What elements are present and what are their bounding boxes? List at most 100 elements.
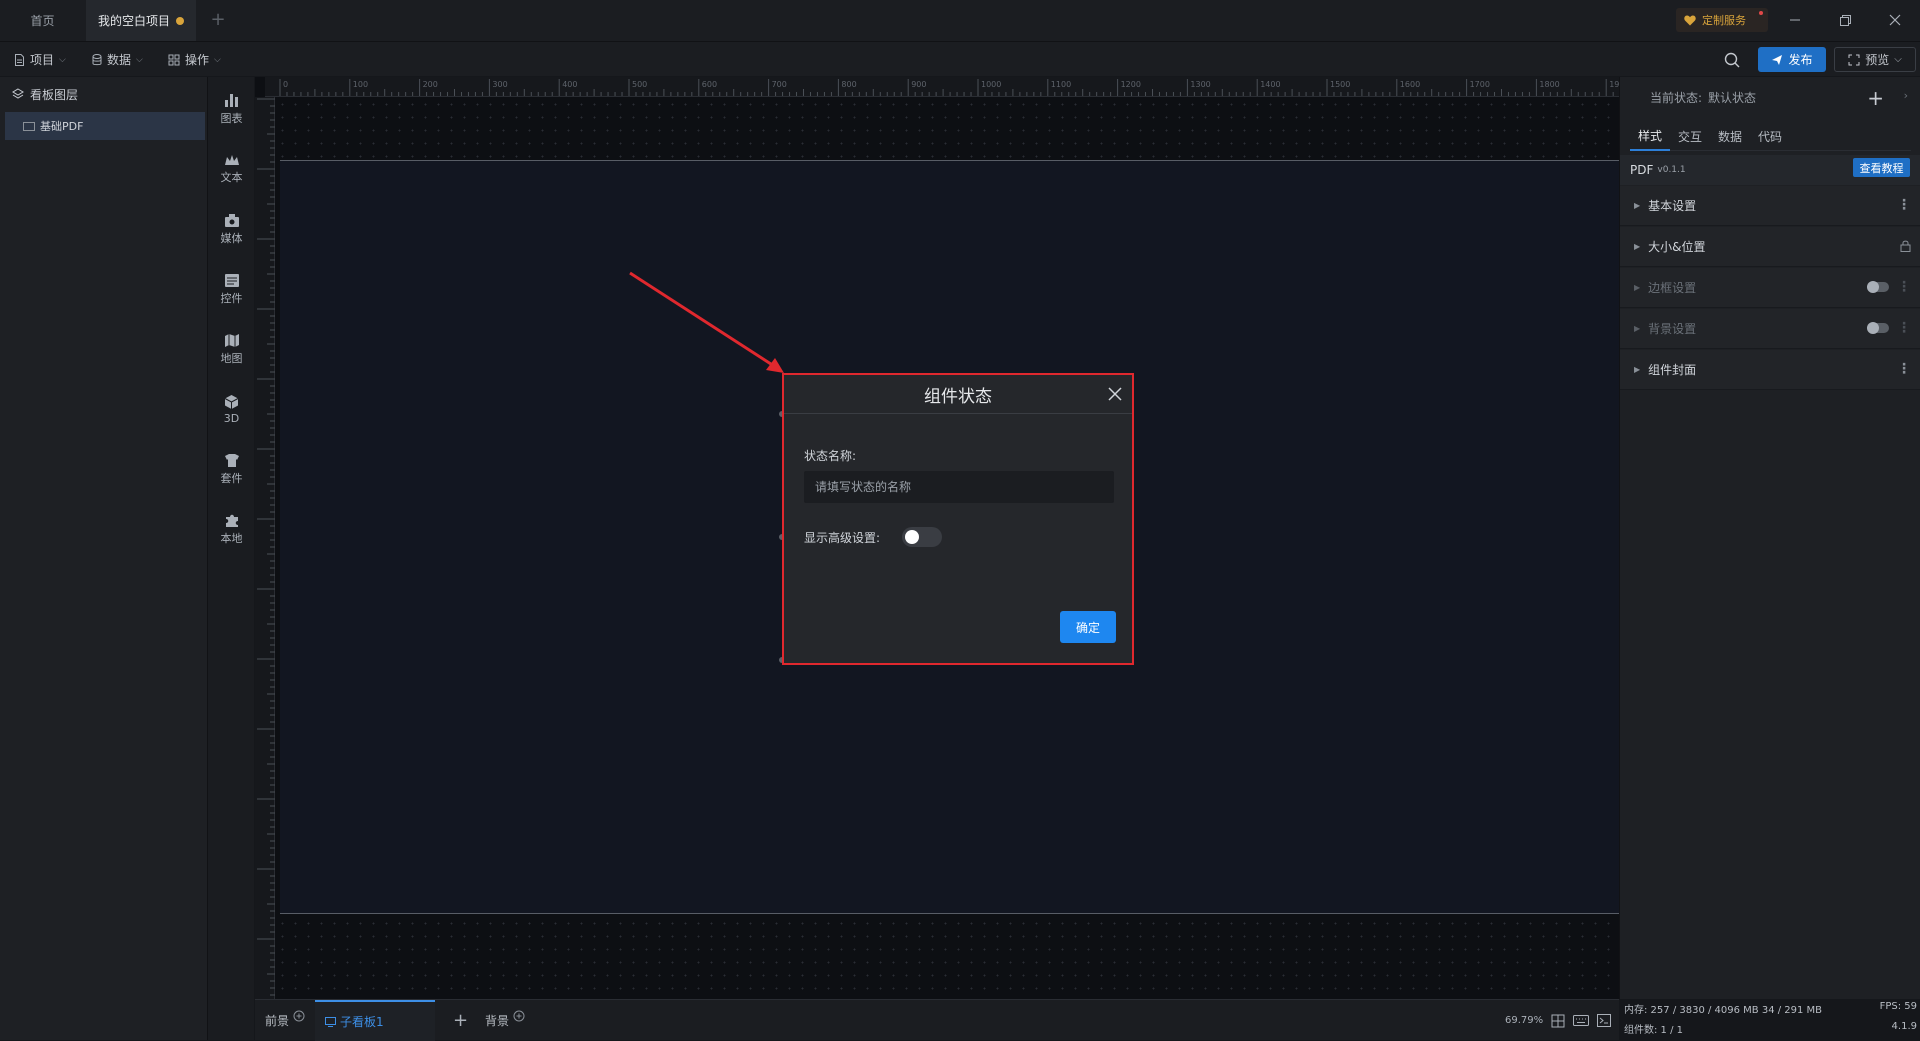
keyboard-icon xyxy=(1573,1015,1589,1026)
chevron-down-icon: ⌵ xyxy=(214,54,221,65)
add-board-icon[interactable]: + xyxy=(453,1000,468,1041)
tab-interaction[interactable]: 交互 xyxy=(1670,121,1710,151)
custom-service-button[interactable]: 定制服务 xyxy=(1676,8,1768,32)
fullscreen-icon xyxy=(1848,54,1860,65)
layer-panel-title: 看板图层 xyxy=(30,87,79,102)
ruler-label: 100 xyxy=(353,80,368,89)
state-name-label: 状态名称: xyxy=(804,449,857,463)
component-state-dialog: 组件状态 状态名称: 显示高级设置: 确定 xyxy=(782,373,1134,665)
console-button[interactable] xyxy=(1597,1014,1611,1027)
annotation-arrow-icon xyxy=(629,271,784,373)
menu-project-label: 项目 xyxy=(30,53,55,67)
pdf-layer-icon xyxy=(23,121,35,131)
layer-item[interactable]: 基础PDF xyxy=(5,112,205,140)
component-kit[interactable]: 套件 xyxy=(208,443,255,495)
tab-sub-board[interactable]: 子看板1 xyxy=(315,1000,435,1041)
component-chart[interactable]: 图表 xyxy=(208,83,255,135)
menu-project[interactable]: 项目 ⌵ xyxy=(14,42,66,77)
tab-project[interactable]: 我的空白项目 xyxy=(86,0,196,41)
more-icon[interactable]: ⋮ xyxy=(1897,198,1911,212)
layers-icon xyxy=(12,88,24,99)
dialog-header: 组件状态 xyxy=(784,375,1132,414)
component-control[interactable]: 控件 xyxy=(208,263,255,315)
section-component-cover[interactable]: ▶ 组件封面 ⋮ xyxy=(1620,350,1920,390)
component-local[interactable]: 本地 xyxy=(208,503,255,555)
ruler-label: 1200 xyxy=(1121,80,1141,89)
document-icon xyxy=(15,53,24,66)
app-version: 4.1.9 xyxy=(1891,1021,1917,1032)
layer-panel-header: 看板图层 xyxy=(0,77,207,111)
ruler-label: 1800 xyxy=(1539,80,1559,89)
tab-style[interactable]: 样式 xyxy=(1630,121,1670,151)
more-icon[interactable]: ⋮ xyxy=(1897,280,1911,294)
component-chart-label: 图表 xyxy=(220,112,243,125)
chevron-right-icon[interactable]: › xyxy=(1904,89,1908,102)
tab-project-label: 我的空白项目 xyxy=(97,14,170,28)
tab-data[interactable]: 数据 xyxy=(1710,121,1750,151)
component-media[interactable]: 媒体 xyxy=(208,203,255,255)
component-text[interactable]: 文本 xyxy=(208,143,255,195)
section-label: 背景设置 xyxy=(1648,322,1697,336)
ruler-label: 1600 xyxy=(1400,80,1420,89)
state-name-input[interactable] xyxy=(804,471,1114,503)
component-name: PDF xyxy=(1630,163,1654,177)
preview-button[interactable]: 预览 ⌵ xyxy=(1834,47,1916,72)
border-toggle[interactable] xyxy=(1867,281,1889,293)
zoom-level[interactable]: 69.79% xyxy=(1505,1000,1543,1041)
minimize-button[interactable] xyxy=(1782,8,1808,32)
add-state-icon[interactable]: + xyxy=(1867,86,1884,110)
section-size-position[interactable]: ▶ 大小&位置 xyxy=(1620,227,1920,267)
tab-home[interactable]: 首页 xyxy=(0,0,85,41)
ruler-label: 800 xyxy=(841,80,856,89)
ruler-label: 200 xyxy=(423,80,438,89)
tab-code[interactable]: 代码 xyxy=(1750,121,1790,151)
more-icon[interactable]: ⋮ xyxy=(1897,321,1911,335)
view-tutorial-button[interactable]: 查看教程 xyxy=(1853,158,1910,177)
ruler-label: 1000 xyxy=(981,80,1001,89)
dialog-close-button[interactable] xyxy=(1106,385,1124,403)
dialog-title: 组件状态 xyxy=(924,386,992,407)
component-count: 组件数: 1 / 1 xyxy=(1624,1025,1683,1036)
chevron-down-icon: ⌵ xyxy=(59,54,66,65)
menu-data[interactable]: 数据 ⌵ xyxy=(92,42,143,77)
component-kit-label: 套件 xyxy=(220,471,243,485)
more-icon[interactable]: ⋮ xyxy=(1897,362,1911,376)
section-background-settings[interactable]: ▶ 背景设置 ⋮ xyxy=(1620,309,1920,349)
close-window-button[interactable] xyxy=(1882,8,1908,32)
notification-dot-icon xyxy=(1759,11,1763,15)
background-toggle[interactable] xyxy=(1867,322,1889,334)
section-basic-settings[interactable]: ▶ 基本设置 ⋮ xyxy=(1620,186,1920,226)
add-circle-icon[interactable] xyxy=(293,1010,305,1022)
fps-status: FPS: 59 xyxy=(1879,1001,1917,1012)
current-state-value[interactable]: 默认状态 xyxy=(1708,89,1756,106)
tab-sub-board-label: 子看板1 xyxy=(340,1015,384,1029)
chevron-down-icon: ⌵ xyxy=(136,54,143,65)
lock-icon[interactable] xyxy=(1900,239,1911,252)
fit-screen-button[interactable] xyxy=(1551,1014,1565,1028)
tab-foreground[interactable]: 前景 xyxy=(265,1000,305,1041)
component-text-label: 文本 xyxy=(220,171,243,184)
add-circle-icon[interactable] xyxy=(513,1010,525,1022)
ruler-label: 900 xyxy=(911,80,926,89)
component-map[interactable]: 地图 xyxy=(208,323,255,375)
section-label: 大小&位置 xyxy=(1648,240,1706,254)
search-button[interactable] xyxy=(1724,52,1740,68)
tab-background[interactable]: 背景 xyxy=(485,1000,525,1041)
menu-data-label: 数据 xyxy=(107,53,132,67)
component-version: v0.1.1 xyxy=(1657,165,1686,175)
current-state-label: 当前状态: xyxy=(1650,90,1703,105)
publish-button[interactable]: 发布 xyxy=(1758,47,1826,72)
section-border-settings[interactable]: ▶ 边框设置 ⋮ xyxy=(1620,268,1920,308)
add-tab-icon[interactable]: + xyxy=(208,10,228,30)
caret-right-icon: ▶ xyxy=(1634,242,1641,251)
restore-button[interactable] xyxy=(1832,8,1858,32)
component-map-label: 地图 xyxy=(220,351,243,365)
keyboard-button[interactable] xyxy=(1573,1015,1589,1026)
menu-operation[interactable]: 操作 ⌵ xyxy=(168,42,221,77)
component-3d[interactable]: 3D xyxy=(208,383,255,435)
component-control-label: 控件 xyxy=(220,291,243,305)
heart-icon xyxy=(1684,15,1696,25)
confirm-button[interactable]: 确定 xyxy=(1060,611,1116,643)
advanced-settings-toggle[interactable] xyxy=(902,527,942,547)
unsaved-dot-icon xyxy=(176,17,184,25)
